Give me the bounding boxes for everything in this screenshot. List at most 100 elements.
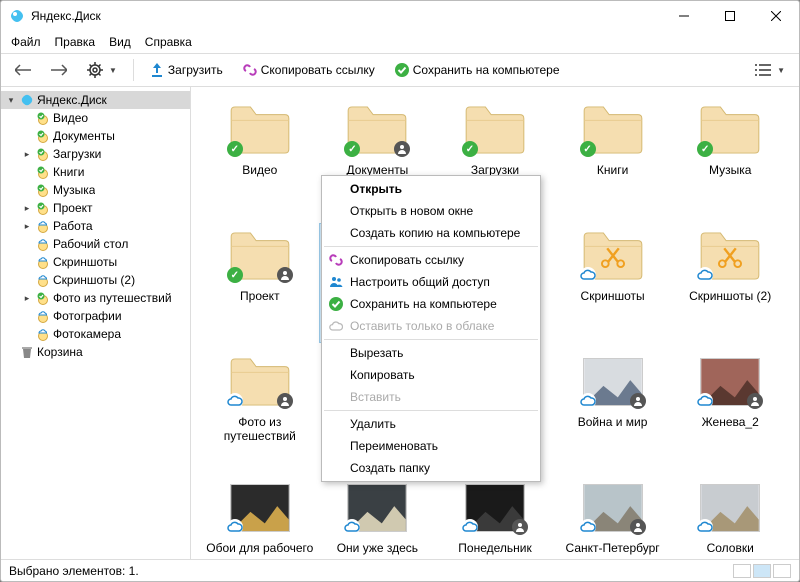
thumbnail <box>578 479 648 537</box>
cloud-badge-icon <box>580 519 596 535</box>
sidebar-tree[interactable]: ▾Яндекс.ДискВидео Документы ▸ЗагрузкиКниги… <box>1 87 191 559</box>
share-badge-icon <box>277 393 293 409</box>
thumbnail: ✓ <box>460 101 530 159</box>
maximize-button[interactable] <box>707 1 753 31</box>
tree-item[interactable]: ▸ Проект <box>1 199 190 217</box>
sync-icon <box>35 200 51 216</box>
tree-toggle-icon[interactable]: ▸ <box>21 293 33 304</box>
window-title: Яндекс.Диск <box>31 9 101 23</box>
tree-item[interactable]: Скриншоты (2) <box>1 271 190 289</box>
cloud-icon <box>35 236 51 252</box>
thumbnail <box>225 353 295 411</box>
context-menu-item[interactable]: Сохранить на компьютере <box>324 293 538 315</box>
tree-item[interactable]: ▸ Работа <box>1 217 190 235</box>
share-badge-icon <box>512 519 528 535</box>
grid-item[interactable]: Они уже здесь <box>319 475 437 559</box>
save-local-button[interactable]: Сохранить на компьютере <box>387 59 568 81</box>
tree-toggle-icon[interactable]: ▸ <box>21 203 33 214</box>
cloud-icon <box>35 272 51 288</box>
thumbnail <box>695 353 765 411</box>
grid-item[interactable]: ✓Музыка <box>671 97 789 217</box>
grid-item[interactable]: Обои для рабочего стола copy <box>201 475 319 559</box>
cloud-badge-icon <box>697 393 713 409</box>
menu-2[interactable]: Вид <box>103 33 137 51</box>
grid-item[interactable]: Фото из путешествий <box>201 349 319 469</box>
item-label: Проект <box>240 289 280 303</box>
context-menu-item[interactable]: Вырезать <box>324 342 538 364</box>
nav-forward-button[interactable] <box>43 60 75 80</box>
minimize-button[interactable] <box>661 1 707 31</box>
cloud-badge-icon <box>227 519 243 535</box>
context-menu-item[interactable]: Создать папку <box>324 457 538 479</box>
menu-1[interactable]: Правка <box>49 33 102 51</box>
context-menu-item[interactable]: Удалить <box>324 413 538 435</box>
grid-item[interactable]: Соловки <box>671 475 789 559</box>
context-menu-label: Создать копию на компьютере <box>350 226 520 240</box>
grid-item[interactable]: Скриншоты (2) <box>671 223 789 343</box>
sync-icon <box>35 164 51 180</box>
share-badge-icon <box>747 393 763 409</box>
file-grid[interactable]: ✓Видео✓Документы✓Загрузки✓Книги✓Музыка✓П… <box>191 87 799 559</box>
context-menu-item[interactable]: Открыть в новом окне <box>324 200 538 222</box>
thumbnail <box>695 479 765 537</box>
context-menu-item[interactable]: Переименовать <box>324 435 538 457</box>
tree-item[interactable]: Книги <box>1 163 190 181</box>
grid-item[interactable]: ✓Видео <box>201 97 319 217</box>
grid-item[interactable]: Скриншоты <box>554 223 672 343</box>
context-menu-item[interactable]: Настроить общий доступ <box>324 271 538 293</box>
grid-item[interactable]: Понедельник начинается в субботу <box>436 475 554 559</box>
item-label: Санкт-Петербург <box>566 541 660 555</box>
copy-link-button[interactable]: Скопировать ссылку <box>235 59 383 81</box>
tree-label: Фотокамера <box>53 327 121 341</box>
tree-item[interactable]: Документы <box>1 127 190 145</box>
tree-label: Работа <box>53 219 93 233</box>
context-menu-item[interactable]: Скопировать ссылку <box>324 249 538 271</box>
context-menu-item[interactable]: Создать копию на компьютере <box>324 222 538 244</box>
nav-back-button[interactable] <box>7 60 39 80</box>
cloud-badge-icon <box>580 393 596 409</box>
context-menu: Открыть Открыть в новом окне Создать копию… <box>321 175 541 482</box>
grid-item[interactable]: Женева_2 <box>671 349 789 469</box>
item-label: Понедельник начинается в субботу <box>440 541 550 559</box>
view-mode-button[interactable]: ▼ <box>747 59 793 81</box>
status-view-icons[interactable] <box>733 564 791 578</box>
people-icon <box>328 274 344 290</box>
tree-toggle-icon[interactable]: ▾ <box>5 95 17 106</box>
tree-label: Документы <box>53 129 115 143</box>
grid-item[interactable]: Санкт-Петербург <box>554 475 672 559</box>
tree-item[interactable]: Фотокамера <box>1 325 190 343</box>
tree-toggle-icon[interactable]: ▸ <box>21 149 33 160</box>
tree-label: Скриншоты <box>53 255 117 269</box>
sync-icon <box>35 182 51 198</box>
menu-3[interactable]: Справка <box>139 33 198 51</box>
tree-item[interactable]: Скриншоты <box>1 253 190 271</box>
grid-item[interactable]: ✓Книги <box>554 97 672 217</box>
tree-item[interactable]: Рабочий стол <box>1 235 190 253</box>
tree-item[interactable]: ▸Загрузки <box>1 145 190 163</box>
upload-button[interactable]: Загрузить <box>142 59 231 81</box>
context-menu-item[interactable]: Открыть <box>324 178 538 200</box>
sync-icon <box>35 146 51 162</box>
sync-badge-icon: ✓ <box>227 141 243 157</box>
tree-toggle-icon[interactable]: ▸ <box>21 221 33 232</box>
tree-item[interactable]: ▸Фото из путешествий <box>1 289 190 307</box>
tree-label: Музыка <box>53 183 95 197</box>
status-text: Выбрано элементов: 1. <box>9 564 139 578</box>
tree-item[interactable]: ▾Яндекс.Диск <box>1 91 190 109</box>
tree-item[interactable]: Корзина <box>1 343 190 361</box>
grid-item[interactable]: ✓Проект <box>201 223 319 343</box>
tree-label: Проект <box>53 201 93 215</box>
grid-item[interactable]: Война и мир <box>554 349 672 469</box>
menu-0[interactable]: Файл <box>5 33 47 51</box>
tree-item[interactable]: Музыка <box>1 181 190 199</box>
item-label: Они уже здесь <box>337 541 418 555</box>
tree-item[interactable]: Видео <box>1 109 190 127</box>
context-menu-item[interactable]: Копировать <box>324 364 538 386</box>
settings-button[interactable]: ▼ <box>79 58 125 82</box>
link-icon <box>243 63 257 77</box>
share-badge-icon <box>630 393 646 409</box>
context-menu-label: Открыть <box>350 182 402 196</box>
app-icon <box>9 8 25 24</box>
close-button[interactable] <box>753 1 799 31</box>
tree-item[interactable]: Фотографии <box>1 307 190 325</box>
